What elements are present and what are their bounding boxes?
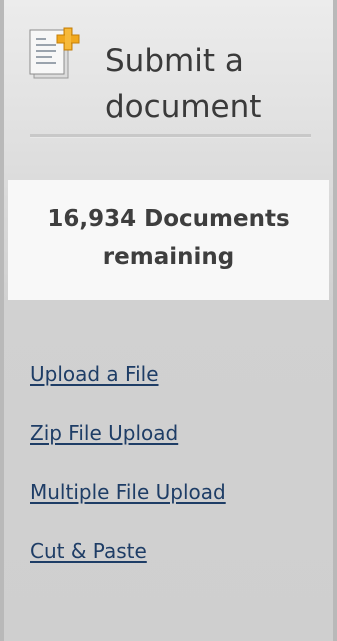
header-divider [30, 134, 311, 138]
documents-remaining-counter: 16,934 Documents remaining [8, 180, 329, 300]
upload-file-link[interactable]: Upload a File [30, 362, 159, 386]
page-title: Submit a document [105, 43, 262, 125]
upload-option-item: Upload a File [30, 362, 320, 421]
upload-option-item: Multiple File Upload [30, 480, 320, 539]
cut-and-paste-link[interactable]: Cut & Paste [30, 539, 147, 563]
document-add-icon [28, 26, 90, 84]
multiple-file-upload-link[interactable]: Multiple File Upload [30, 480, 226, 504]
panel-header: Submit a document [4, 0, 333, 180]
upload-option-item: Zip File Upload [30, 421, 320, 480]
zip-file-upload-link[interactable]: Zip File Upload [30, 421, 178, 445]
upload-options-list: Upload a File Zip File Upload Multiple F… [30, 362, 320, 598]
submit-document-panel: Submit a document 16,934 Documents remai… [0, 0, 337, 641]
documents-remaining-text: 16,934 Documents remaining [47, 206, 290, 270]
upload-option-item: Cut & Paste [30, 539, 320, 598]
